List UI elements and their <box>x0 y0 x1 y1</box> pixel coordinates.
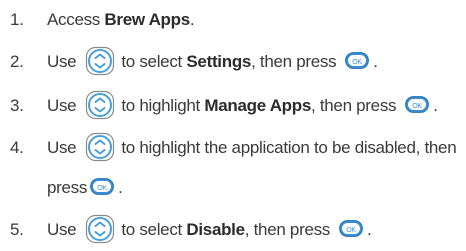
ok-key-icon: OK <box>90 178 114 195</box>
step-number: 1. <box>10 10 24 29</box>
step-text-part: to select <box>121 220 187 239</box>
navigation-key-icon <box>85 90 115 120</box>
step-text-part: to highlight <box>121 96 205 115</box>
step-text-part: , then press <box>251 52 337 71</box>
step-text-part: . <box>189 10 195 29</box>
step-text-part: press <box>47 178 88 197</box>
navigation-key-icon <box>85 46 115 76</box>
step-text-part: to highlight the application to be disab… <box>121 138 457 157</box>
step-text-part: . <box>373 52 378 71</box>
step-text: Use to select Disable, then press OK. <box>47 212 372 248</box>
ok-key-icon: OK <box>345 52 369 69</box>
step-bold-term: Settings <box>186 52 252 71</box>
step-text: Use to select Settings, then press OK. <box>47 44 378 80</box>
step-bold-term: Disable <box>186 220 245 239</box>
navigation-key-icon <box>85 214 115 244</box>
step-text-part: , then press <box>311 96 397 115</box>
step-text-part: Use <box>47 220 77 239</box>
step-bold-term: Manage Apps <box>204 96 311 115</box>
step-bold-term: Brew Apps <box>104 10 190 29</box>
step-text: Access Brew Apps. <box>47 2 195 38</box>
step-text-continued: press OK. <box>47 170 123 206</box>
step-number: 5. <box>10 220 24 239</box>
step-2: 2. Use to select Settings, then press OK. <box>0 44 466 80</box>
ok-key-label: OK <box>346 227 356 234</box>
ok-key-icon: OK <box>339 220 363 237</box>
step-text-part: Use <box>47 52 77 71</box>
step-3: 3. Use to highlight Manage Apps, then pre… <box>0 88 466 124</box>
step-1: 1. Access Brew Apps. <box>0 2 466 38</box>
step-text-part: Access <box>47 10 105 29</box>
step-text-part: . <box>433 96 438 115</box>
step-5: 5. Use to select Disable, then press OK. <box>0 212 466 248</box>
step-text-part: Use <box>47 138 77 157</box>
ok-key-icon: OK <box>405 96 429 113</box>
step-text-part: . <box>118 178 123 197</box>
step-text-part: , then press <box>244 220 331 239</box>
step-number: 3. <box>10 96 24 115</box>
navigation-key-icon <box>85 132 115 162</box>
step-number: 2. <box>10 52 24 71</box>
ok-key-label: OK <box>97 185 107 192</box>
step-4: 4. Use to highlight the application to be… <box>0 130 466 208</box>
step-text-part: . <box>367 220 372 239</box>
step-text: Use to highlight Manage Apps, then press O… <box>47 88 438 124</box>
step-number: 4. <box>10 138 24 157</box>
step-text-part: Use <box>47 96 77 115</box>
step-text-part: to select <box>121 52 187 71</box>
ok-key-label: OK <box>353 59 363 66</box>
ok-key-label: OK <box>412 103 422 110</box>
step-text: Use to highlight the application to be di… <box>47 130 457 166</box>
